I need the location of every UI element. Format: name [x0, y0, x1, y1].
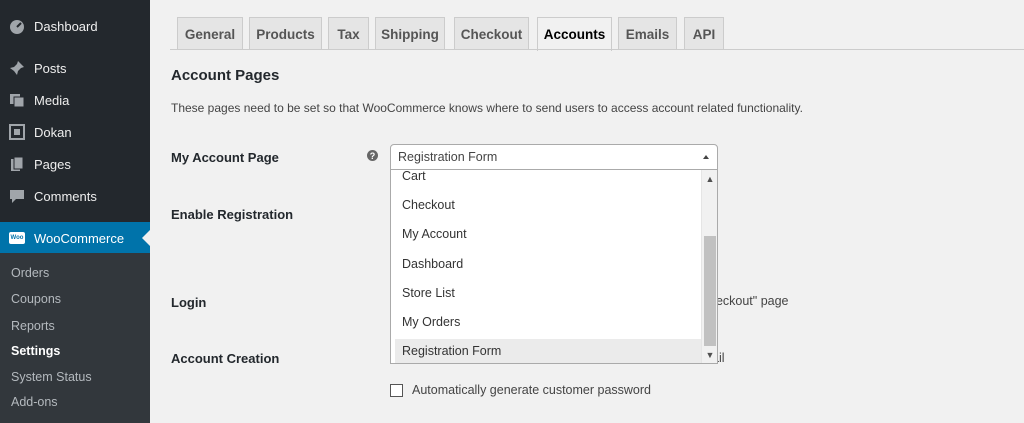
list-item[interactable]: My Orders: [395, 310, 701, 334]
tab-emails[interactable]: Emails: [618, 17, 677, 50]
tab-tax[interactable]: Tax: [328, 17, 369, 50]
tab-shipping[interactable]: Shipping: [375, 17, 445, 50]
menu-item-dashboard[interactable]: Dashboard: [0, 10, 150, 42]
scroll-down-icon[interactable]: ▼: [702, 348, 717, 362]
tab-general[interactable]: General: [177, 17, 243, 50]
submenu-item-coupons[interactable]: Coupons: [11, 292, 61, 306]
select-value: Registration Form: [398, 150, 498, 164]
generate-password-row: Automatically generate customer password: [390, 383, 651, 397]
dropdown-scrollbar[interactable]: ▲ ▼: [701, 170, 717, 363]
menu-item-woocommerce[interactable]: Woo WooCommerce: [0, 222, 150, 254]
dashboard-icon: [9, 18, 25, 34]
dokan-icon: [9, 124, 25, 140]
menu-item-posts[interactable]: Posts: [0, 52, 150, 84]
label-my-account-page: My Account Page: [171, 150, 279, 165]
help-icon[interactable]: ?: [367, 150, 378, 161]
list-item[interactable]: Checkout: [395, 193, 701, 217]
scroll-thumb[interactable]: [704, 236, 716, 346]
menu-item-pages[interactable]: Pages: [0, 148, 150, 180]
generate-password-checkbox[interactable]: [390, 383, 403, 397]
menu-label: Dashboard: [34, 18, 98, 34]
list-item[interactable]: Dashboard: [395, 252, 701, 276]
menu-label: Comments: [34, 188, 97, 204]
section-title: Account Pages: [171, 67, 280, 84]
menu-item-comments[interactable]: Comments: [0, 180, 150, 212]
admin-sidebar: Dashboard Posts Media Dokan Pages Commen…: [0, 0, 150, 423]
list-item[interactable]: Store List: [395, 281, 701, 305]
menu-item-dokan[interactable]: Dokan: [0, 116, 150, 148]
pin-icon: [9, 60, 25, 76]
chevron-up-icon: [703, 155, 709, 159]
submenu-item-settings[interactable]: Settings: [11, 344, 60, 358]
menu-label: Dokan: [34, 124, 72, 140]
label-enable-registration: Enable Registration: [171, 207, 294, 222]
label-login: Login: [171, 295, 207, 310]
active-menu-arrow: [142, 230, 150, 246]
tab-checkout[interactable]: Checkout: [454, 17, 529, 50]
tabs-divider: [170, 49, 1024, 50]
woocommerce-icon: Woo: [9, 230, 25, 246]
submenu-item-reports[interactable]: Reports: [11, 319, 55, 333]
tab-products[interactable]: Products: [249, 17, 322, 50]
submenu-item-system-status[interactable]: System Status: [11, 370, 92, 384]
pages-icon: [9, 156, 25, 172]
submenu-item-orders[interactable]: Orders: [11, 266, 49, 280]
menu-label: Media: [34, 92, 70, 108]
menu-label: WooCommerce: [34, 230, 125, 246]
checkbox-label: Automatically generate customer password: [412, 383, 652, 397]
list-item-selected[interactable]: Registration Form: [395, 339, 701, 363]
list-item[interactable]: Cart: [395, 170, 701, 188]
section-description: These pages need to be set so that WooCo…: [171, 101, 803, 115]
woocommerce-submenu: Orders Coupons Reports Settings System S…: [0, 253, 150, 423]
menu-item-media[interactable]: Media: [0, 84, 150, 116]
login-option-text: heckout" page: [709, 294, 789, 308]
media-icon: [9, 92, 25, 108]
list-item[interactable]: My Account: [395, 222, 701, 246]
submenu-item-add-ons[interactable]: Add-ons: [11, 395, 58, 409]
label-account-creation: Account Creation: [171, 351, 280, 366]
scroll-up-icon[interactable]: ▲: [702, 172, 717, 186]
tab-accounts[interactable]: Accounts: [537, 17, 612, 51]
menu-label: Posts: [34, 60, 67, 76]
comments-icon: [9, 188, 25, 204]
tab-api[interactable]: API: [684, 17, 724, 50]
select-dropdown-list: Cart Checkout My Account Dashboard Store…: [390, 170, 718, 364]
menu-label: Pages: [34, 156, 71, 172]
my-account-page-select[interactable]: Registration Form: [390, 144, 718, 170]
